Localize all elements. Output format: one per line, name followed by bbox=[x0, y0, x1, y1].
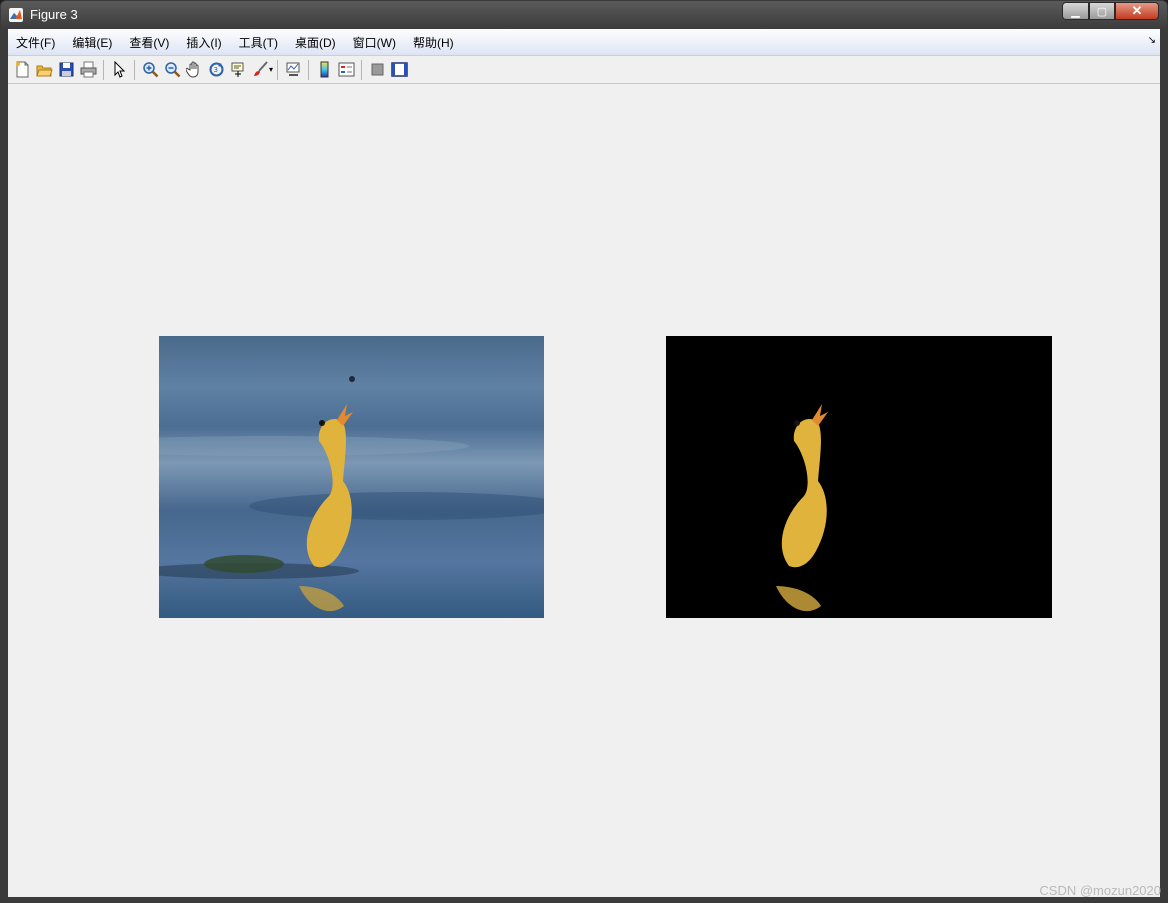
new-file-icon bbox=[15, 61, 28, 78]
print-button[interactable] bbox=[77, 59, 99, 81]
close-button[interactable]: ✕ bbox=[1115, 2, 1159, 20]
brush-button[interactable] bbox=[249, 59, 271, 81]
data-cursor-button[interactable] bbox=[227, 59, 249, 81]
legend-icon bbox=[338, 62, 355, 77]
hand-icon bbox=[185, 61, 198, 78]
window-title: Figure 3 bbox=[30, 7, 78, 22]
menu-window[interactable]: 窗口(W) bbox=[345, 34, 404, 51]
minimize-icon: ▁ bbox=[1071, 5, 1080, 18]
duckling-photo bbox=[159, 376, 544, 612]
toolbar-separator bbox=[103, 59, 104, 80]
show-plot-tools-icon bbox=[390, 62, 408, 77]
matlab-app-icon bbox=[9, 8, 23, 22]
figure-client-area: 文件(F) 编辑(E) 查看(V) 插入(I) 工具(T) 桌面(D) 窗口(W… bbox=[8, 29, 1160, 897]
toolbar-separator bbox=[277, 59, 279, 80]
minimize-button[interactable]: ▁ bbox=[1062, 2, 1089, 20]
pan-button[interactable] bbox=[183, 59, 205, 81]
menu-bar: 文件(F) 编辑(E) 查看(V) 插入(I) 工具(T) 桌面(D) 窗口(W… bbox=[8, 29, 1160, 56]
link-plot-button[interactable] bbox=[282, 59, 304, 81]
printer-icon bbox=[80, 61, 96, 78]
zoom-out-icon bbox=[164, 62, 180, 78]
toolbar-separator bbox=[134, 59, 135, 80]
figure-toolbar: 3 ▾ bbox=[8, 56, 1160, 84]
svg-text:3: 3 bbox=[213, 66, 217, 74]
menu-insert[interactable]: 插入(I) bbox=[178, 34, 229, 51]
hide-plot-tools-button[interactable] bbox=[366, 59, 388, 81]
figure-canvas[interactable] bbox=[8, 85, 1160, 897]
brush-icon bbox=[253, 61, 268, 76]
open-folder-icon bbox=[35, 65, 53, 77]
rotate-3d-icon: 3 bbox=[209, 62, 223, 77]
save-button[interactable] bbox=[55, 59, 77, 81]
menu-tools[interactable]: 工具(T) bbox=[231, 34, 286, 51]
zoom-in-button[interactable] bbox=[139, 59, 161, 81]
maximize-icon: ▢ bbox=[1096, 5, 1108, 18]
save-icon bbox=[59, 62, 73, 77]
toolbar-separator bbox=[308, 59, 310, 80]
zoom-in-icon bbox=[142, 62, 158, 78]
new-figure-button[interactable] bbox=[11, 59, 33, 81]
watermark: CSDN @mozun2020 bbox=[1039, 883, 1161, 898]
rotate-3d-button[interactable]: 3 bbox=[205, 59, 227, 81]
brush-dropdown-icon[interactable]: ▾ bbox=[269, 65, 273, 74]
segmented-duckling bbox=[776, 404, 828, 612]
toolbar-separator bbox=[361, 59, 363, 80]
data-cursor-icon bbox=[231, 62, 243, 77]
arrow-pointer-icon bbox=[114, 61, 125, 78]
insert-legend-button[interactable] bbox=[335, 59, 357, 81]
title-bar[interactable]: Figure 3 ▁ ▢ ✕ bbox=[1, 1, 1167, 29]
maximize-button[interactable]: ▢ bbox=[1089, 2, 1115, 20]
show-plot-tools-button[interactable] bbox=[388, 59, 410, 81]
menubar-overflow-icon[interactable]: ↘ bbox=[1148, 35, 1156, 46]
edit-plot-button[interactable] bbox=[108, 59, 130, 81]
menu-help[interactable]: 帮助(H) bbox=[405, 34, 462, 51]
axes-segmented-image[interactable] bbox=[666, 336, 1052, 618]
menu-edit[interactable]: 编辑(E) bbox=[64, 34, 120, 51]
zoom-out-button[interactable] bbox=[161, 59, 183, 81]
link-plot-icon bbox=[286, 62, 300, 76]
close-icon: ✕ bbox=[1131, 3, 1143, 18]
open-file-button[interactable] bbox=[33, 59, 55, 81]
menu-file[interactable]: 文件(F) bbox=[8, 34, 63, 51]
insert-colorbar-button[interactable] bbox=[313, 59, 335, 81]
colorbar-icon bbox=[320, 61, 329, 78]
axes-original-image[interactable] bbox=[159, 336, 544, 618]
hide-plot-tools-icon bbox=[371, 63, 384, 76]
menu-desktop[interactable]: 桌面(D) bbox=[287, 34, 344, 51]
figure-window: Figure 3 ▁ ▢ ✕ 文件(F) 编辑(E) 查看(V) 插入(I) 工… bbox=[0, 0, 1168, 903]
menu-view[interactable]: 查看(V) bbox=[121, 34, 177, 51]
